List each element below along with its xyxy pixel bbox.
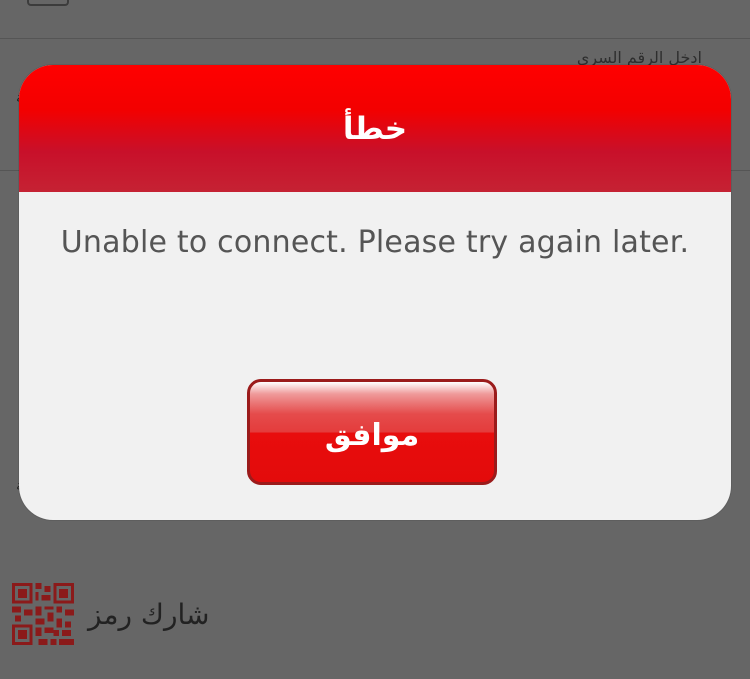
share-code-button[interactable]: شارك رمز	[12, 582, 209, 646]
dialog-message: Unable to connect. Please try again late…	[60, 225, 690, 260]
ok-button-label: موافق	[324, 417, 420, 453]
dialog-header: خطأ	[19, 65, 731, 192]
dialog-title: خطأ	[342, 110, 408, 147]
qr-code-icon	[12, 583, 74, 645]
share-code-label: شارك رمز	[88, 597, 210, 631]
ok-button[interactable]: موافق	[247, 379, 497, 485]
background-divider	[0, 38, 750, 39]
background-checkbox	[27, 0, 69, 6]
error-dialog: خطأ Unable to connect. Please try again …	[19, 65, 731, 520]
